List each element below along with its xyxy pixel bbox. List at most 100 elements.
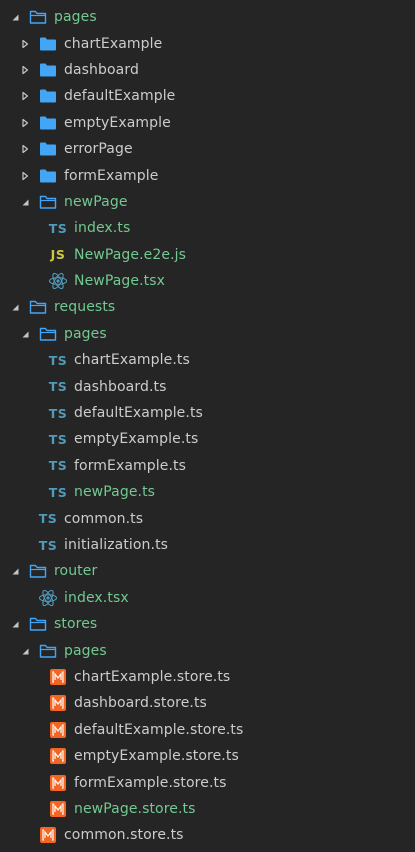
tree-file-chartexample-ts[interactable]: TS chartExample.ts	[0, 347, 415, 373]
tree-folder-newpage[interactable]: newPage	[0, 189, 415, 215]
folder-open-icon	[38, 324, 58, 344]
folder-icon	[38, 60, 58, 80]
folder-open-icon	[28, 7, 48, 27]
tree-item-label: newPage	[64, 193, 128, 210]
tree-item-label: NewPage.tsx	[74, 273, 166, 290]
chevron-right-icon[interactable]	[20, 31, 30, 57]
tree-file-newpage-tsx[interactable]: NewPage.tsx	[0, 268, 415, 294]
tree-item-label: requests	[54, 299, 116, 316]
tree-file-emptyexample-store-ts[interactable]: emptyExample.store.ts	[0, 743, 415, 769]
chevron-right-icon[interactable]	[20, 110, 30, 136]
tree-folder-pages[interactable]: pages	[0, 4, 415, 30]
tree-file-dashboard-ts[interactable]: TS dashboard.ts	[0, 373, 415, 399]
folder-open-icon	[38, 192, 58, 212]
tree-file-emptyexample-ts[interactable]: TS emptyExample.ts	[0, 426, 415, 452]
tree-item-label: index.tsx	[64, 589, 129, 606]
tree-item-label: errorPage	[64, 141, 133, 158]
tree-file-dashboard-store-ts[interactable]: dashboard.store.ts	[0, 690, 415, 716]
chevron-down-icon[interactable]	[10, 4, 20, 30]
tree-item-label: common.store.ts	[64, 827, 184, 844]
tree-folder-dashboard[interactable]: dashboard	[0, 57, 415, 83]
tree-item-label: chartExample.ts	[74, 352, 190, 369]
tree-item-label: emptyExample.store.ts	[74, 748, 239, 765]
folder-open-icon	[28, 297, 48, 317]
mobx-icon	[48, 746, 68, 766]
tree-folder-stores[interactable]: stores	[0, 611, 415, 637]
tree-item-label: chartExample	[64, 35, 163, 52]
typescript-icon: TS	[38, 511, 58, 527]
tree-folder-requests[interactable]: requests	[0, 294, 415, 320]
folder-open-icon	[28, 561, 48, 581]
chevron-right-icon[interactable]	[20, 83, 30, 109]
folder-icon	[38, 34, 58, 54]
tree-item-label: dashboard.ts	[74, 378, 167, 395]
tree-folder-pages[interactable]: pages	[0, 637, 415, 663]
tree-file-defaultexample-store-ts[interactable]: defaultExample.store.ts	[0, 717, 415, 743]
tree-file-common-ts[interactable]: TS common.ts	[0, 505, 415, 531]
typescript-icon: TS	[48, 220, 68, 236]
tree-file-initialization-ts[interactable]: TS initialization.ts	[0, 532, 415, 558]
mobx-icon	[48, 667, 68, 687]
mobx-icon	[38, 825, 58, 845]
typescript-icon: TS	[38, 537, 58, 553]
tree-file-index-ts[interactable]: TS index.ts	[0, 215, 415, 241]
tree-item-label: router	[54, 563, 98, 580]
chevron-right-icon[interactable]	[20, 163, 30, 189]
tree-folder-emptyexample[interactable]: emptyExample	[0, 110, 415, 136]
chevron-down-icon[interactable]	[20, 638, 30, 664]
tree-item-label: newPage.store.ts	[74, 800, 196, 817]
chevron-down-icon[interactable]	[10, 294, 20, 320]
tree-item-label: formExample.ts	[74, 457, 187, 474]
javascript-icon: JS	[50, 247, 66, 263]
tree-folder-pages[interactable]: pages	[0, 321, 415, 347]
tree-item-label: common.ts	[64, 510, 144, 527]
tree-file-newpage-store-ts[interactable]: newPage.store.ts	[0, 796, 415, 822]
folder-icon	[38, 113, 58, 133]
tree-folder-router[interactable]: router	[0, 558, 415, 584]
tree-item-label: chartExample.store.ts	[74, 668, 231, 685]
tree-item-label: pages	[64, 642, 107, 659]
tree-item-label: defaultExample.ts	[74, 405, 203, 422]
tree-folder-errorpage[interactable]: errorPage	[0, 136, 415, 162]
tree-file-defaultexample-ts[interactable]: TS defaultExample.ts	[0, 400, 415, 426]
tree-folder-defaultexample[interactable]: defaultExample	[0, 83, 415, 109]
tree-file-formexample-ts[interactable]: TS formExample.ts	[0, 453, 415, 479]
tree-item-label: formExample	[64, 167, 159, 184]
tree-file-newpage-ts[interactable]: TS newPage.ts	[0, 479, 415, 505]
chevron-right-icon[interactable]	[20, 136, 30, 162]
tree-file-formexample-store-ts[interactable]: formExample.store.ts	[0, 769, 415, 795]
tree-folder-formexample[interactable]: formExample	[0, 162, 415, 188]
tree-item-label: newPage.ts	[74, 484, 156, 501]
folder-icon	[38, 166, 58, 186]
folder-open-icon	[28, 614, 48, 634]
chevron-right-icon[interactable]	[20, 57, 30, 83]
chevron-down-icon[interactable]	[20, 321, 30, 347]
tree-file-newpage-e2e-js[interactable]: JS NewPage.e2e.js	[0, 242, 415, 268]
tree-item-label: stores	[54, 616, 98, 633]
tree-item-label: emptyExample	[64, 114, 171, 131]
typescript-icon: TS	[48, 431, 68, 447]
tree-file-chartexample-store-ts[interactable]: chartExample.store.ts	[0, 664, 415, 690]
tree-item-label: NewPage.e2e.js	[74, 246, 187, 263]
tree-item-label: defaultExample	[64, 88, 176, 105]
tree-item-label: emptyExample.ts	[74, 431, 199, 448]
tree-file-common-store-ts[interactable]: common.store.ts	[0, 822, 415, 848]
tree-folder-chartexample[interactable]: chartExample	[0, 30, 415, 56]
typescript-icon: TS	[48, 405, 68, 421]
chevron-down-icon[interactable]	[20, 189, 30, 215]
typescript-icon: TS	[48, 379, 68, 395]
react-icon	[48, 271, 68, 291]
chevron-down-icon[interactable]	[10, 611, 20, 637]
typescript-icon: TS	[48, 458, 68, 474]
mobx-icon	[48, 799, 68, 819]
folder-icon	[38, 86, 58, 106]
tree-item-label: index.ts	[74, 220, 131, 237]
mobx-icon	[48, 720, 68, 740]
typescript-icon: TS	[48, 484, 68, 500]
chevron-down-icon[interactable]	[10, 558, 20, 584]
tree-item-label: initialization.ts	[64, 537, 169, 553]
file-explorer-tree: pages chartExample dashboard defaultExample…	[0, 0, 415, 852]
tree-item-label: pages	[64, 325, 107, 342]
tree-item-label: dashboard.store.ts	[74, 695, 207, 712]
tree-file-index-tsx[interactable]: index.tsx	[0, 585, 415, 611]
